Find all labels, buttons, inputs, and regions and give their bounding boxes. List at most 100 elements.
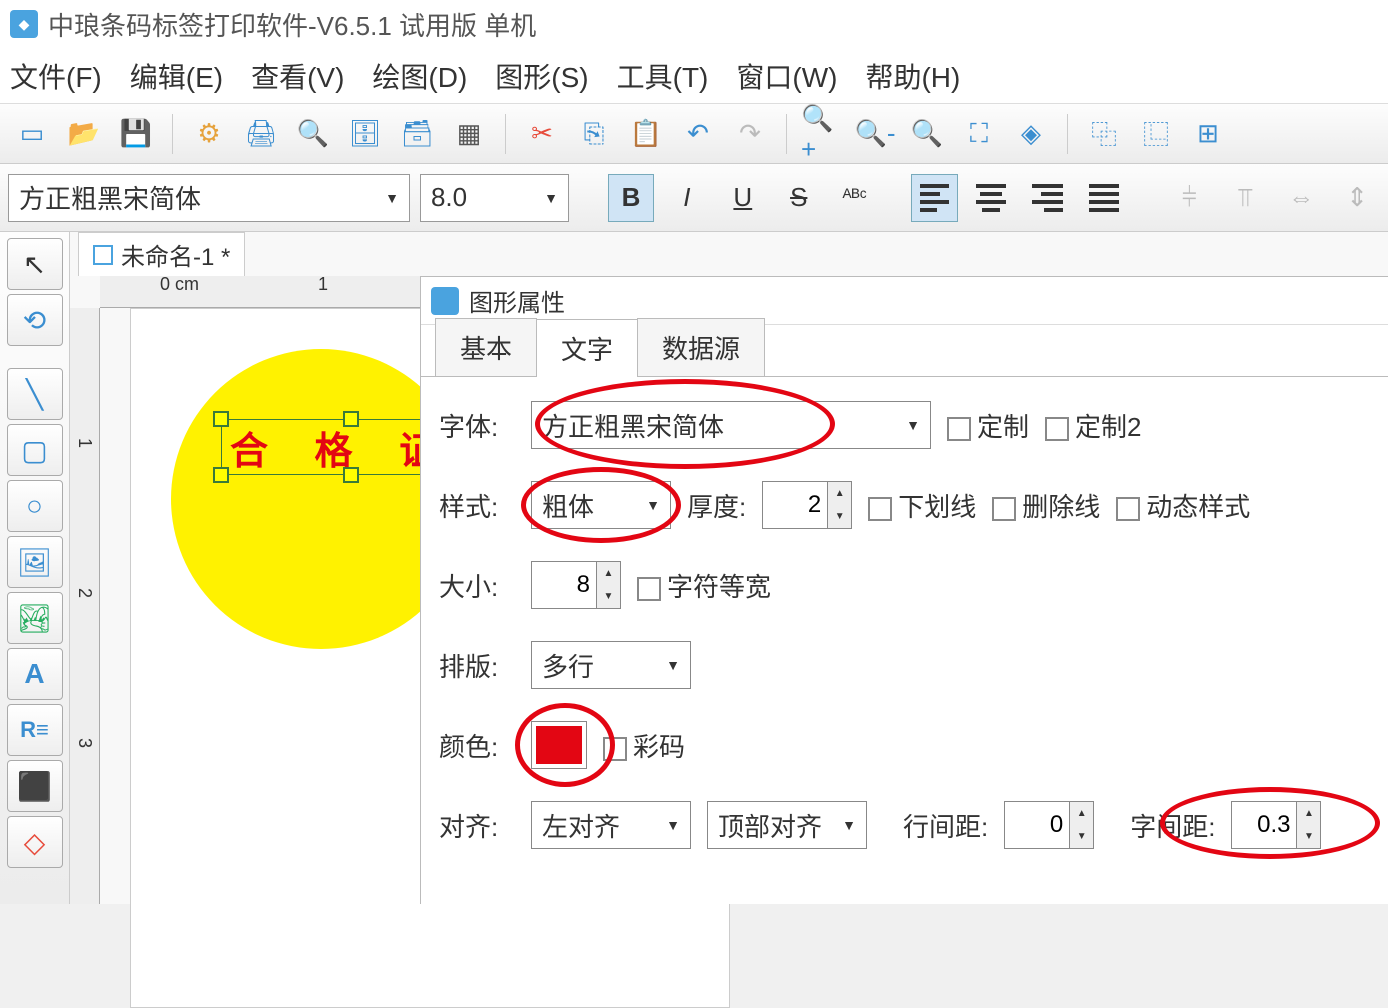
menu-file[interactable]: 文件(F) <box>10 56 102 96</box>
spacing-h-icon[interactable]: ⇔ <box>1278 174 1324 222</box>
picture-tool[interactable]: 🏞 <box>7 592 63 644</box>
spin-up-icon[interactable]: ▲ <box>1070 802 1093 825</box>
font-combo[interactable]: 方正粗黑宋简体 ▼ <box>531 401 931 449</box>
align-right-button[interactable] <box>1024 174 1071 222</box>
spacing-v-icon[interactable]: ⇕ <box>1334 174 1380 222</box>
handle-tc[interactable] <box>343 411 359 427</box>
line-tool[interactable]: ╲ <box>7 368 63 420</box>
menu-edit[interactable]: 编辑(E) <box>130 56 223 96</box>
layout-combo[interactable]: 多行 ▼ <box>531 641 691 689</box>
label-thickness: 厚度: <box>687 487 746 524</box>
database-icon[interactable]: 🗄 <box>343 112 387 156</box>
checkbox-dynamic[interactable]: 动态样式 <box>1116 487 1250 524</box>
spin-down-icon[interactable]: ▼ <box>597 585 620 608</box>
redo-icon[interactable]: ↷ <box>728 112 772 156</box>
open-icon[interactable]: 📂 <box>62 112 106 156</box>
textpath-button[interactable]: ᴬᴮᶜ <box>832 174 878 222</box>
checkbox-custom[interactable]: 定制 <box>947 407 1029 444</box>
valign-combo[interactable]: 顶部对齐 ▼ <box>707 801 867 849</box>
checkbox-custom2[interactable]: 定制2 <box>1045 407 1141 444</box>
charspace-spinner[interactable]: ▲▼ <box>1231 801 1321 849</box>
linespace-input[interactable] <box>1005 802 1069 848</box>
grid-icon[interactable]: ▦ <box>447 112 491 156</box>
panel-icon <box>431 287 459 315</box>
size-spinner[interactable]: ▲▼ <box>531 561 621 609</box>
size-input[interactable] <box>532 562 596 608</box>
strike-button[interactable]: S <box>776 174 822 222</box>
print-icon[interactable]: 🖨 <box>239 112 283 156</box>
font-size-value: 8.0 <box>431 182 467 213</box>
menu-tool[interactable]: 工具(T) <box>617 56 709 96</box>
menu-view[interactable]: 查看(V) <box>251 56 344 96</box>
linespace-spinner[interactable]: ▲▼ <box>1004 801 1094 849</box>
menu-shape[interactable]: 图形(S) <box>495 56 588 96</box>
italic-button[interactable]: I <box>664 174 710 222</box>
align-left-button[interactable] <box>911 174 958 222</box>
color-picker[interactable] <box>531 721 587 769</box>
rect-tool[interactable]: ▢ <box>7 424 63 476</box>
text-tool[interactable]: A <box>7 648 63 700</box>
cut-icon[interactable]: ✂ <box>520 112 564 156</box>
zoom-out-icon[interactable]: 🔍- <box>853 112 897 156</box>
copy-icon[interactable]: ⎘ <box>572 112 616 156</box>
dist-h-icon[interactable]: ⫩ <box>1166 174 1212 222</box>
checkbox-underline[interactable]: 下划线 <box>868 487 976 524</box>
zoom-in-icon[interactable]: 🔍+ <box>801 112 845 156</box>
fit-window-icon[interactable]: ⛶ <box>957 112 1001 156</box>
handle-tl[interactable] <box>213 411 229 427</box>
font-family-select[interactable]: 方正粗黑宋简体 ▼ <box>8 174 410 222</box>
checkbox-monospace[interactable]: 字符等宽 <box>637 567 771 604</box>
paste-icon[interactable]: 📋 <box>624 112 668 156</box>
thickness-spinner[interactable]: ▲▼ <box>762 481 852 529</box>
tab-text[interactable]: 文字 <box>536 319 638 377</box>
align-tool-icon[interactable]: ⊞ <box>1186 112 1230 156</box>
new-icon[interactable]: ▭ <box>10 112 54 156</box>
preview-icon[interactable]: 🔍 <box>291 112 335 156</box>
image-tool[interactable]: 🖼 <box>7 536 63 588</box>
menu-draw[interactable]: 绘图(D) <box>372 56 467 96</box>
save-icon[interactable]: 💾 <box>114 112 158 156</box>
ellipse-tool[interactable]: ○ <box>7 480 63 532</box>
undo-icon[interactable]: ↶ <box>676 112 720 156</box>
group-icon[interactable]: ⿻ <box>1082 112 1126 156</box>
bold-button[interactable]: B <box>608 174 654 222</box>
shape-tool[interactable]: ◇ <box>7 816 63 868</box>
style-combo[interactable]: 粗体 ▼ <box>531 481 671 529</box>
checkbox-colorcode[interactable]: 彩码 <box>603 727 685 764</box>
font-size-select[interactable]: 8.0 ▼ <box>420 174 569 222</box>
handle-bl[interactable] <box>213 467 229 483</box>
zoom-fit-icon[interactable]: 🔍 <box>905 112 949 156</box>
align-center-button[interactable] <box>968 174 1015 222</box>
spin-down-icon[interactable]: ▼ <box>1297 825 1320 848</box>
database2-icon[interactable]: 🗃 <box>395 112 439 156</box>
menu-help[interactable]: 帮助(H) <box>865 56 960 96</box>
underline-button[interactable]: U <box>720 174 766 222</box>
side-toolbar: ↖ ⟲ ╲ ▢ ○ 🖼 🏞 A R≡ ⬛ ◇ <box>0 232 70 904</box>
settings-icon[interactable]: ⚙ <box>187 112 231 156</box>
align-justify-button[interactable] <box>1081 174 1128 222</box>
charspace-input[interactable] <box>1232 802 1296 848</box>
thickness-input[interactable] <box>763 482 827 528</box>
ungroup-icon[interactable]: ⿺ <box>1134 112 1178 156</box>
document-tab[interactable]: 未命名-1 * <box>78 232 245 276</box>
fit-selection-icon[interactable]: ◈ <box>1009 112 1053 156</box>
label-size: 大小: <box>439 567 515 604</box>
spin-up-icon[interactable]: ▲ <box>828 482 851 505</box>
dist-v-icon[interactable]: ⫪ <box>1222 174 1268 222</box>
label-layout: 排版: <box>439 647 515 684</box>
label-align: 对齐: <box>439 807 515 844</box>
pointer-tool[interactable]: ↖ <box>7 238 63 290</box>
spin-down-icon[interactable]: ▼ <box>828 505 851 528</box>
spin-down-icon[interactable]: ▼ <box>1070 825 1093 848</box>
rotate-tool[interactable]: ⟲ <box>7 294 63 346</box>
spin-up-icon[interactable]: ▲ <box>1297 802 1320 825</box>
halign-combo[interactable]: 左对齐 ▼ <box>531 801 691 849</box>
tab-data[interactable]: 数据源 <box>637 318 765 376</box>
tab-basic[interactable]: 基本 <box>435 318 537 376</box>
barcode-tool[interactable]: ⬛ <box>7 760 63 812</box>
checkbox-strike[interactable]: 删除线 <box>992 487 1100 524</box>
handle-bc[interactable] <box>343 467 359 483</box>
spin-up-icon[interactable]: ▲ <box>597 562 620 585</box>
menu-window[interactable]: 窗口(W) <box>736 56 837 96</box>
richtext-tool[interactable]: R≡ <box>7 704 63 756</box>
